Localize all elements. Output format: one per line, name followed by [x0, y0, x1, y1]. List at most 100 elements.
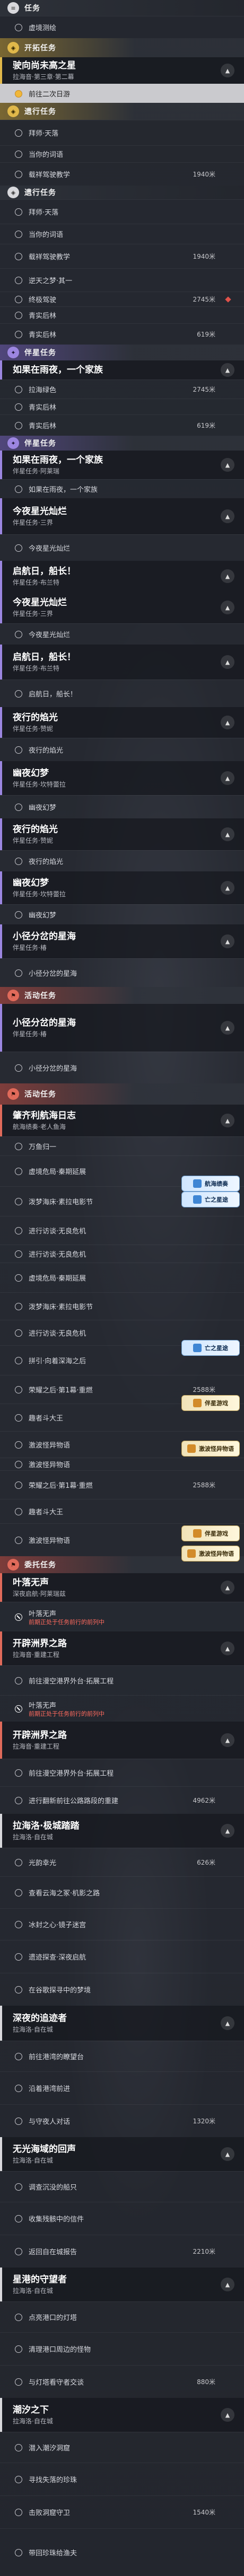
chevron-up-icon[interactable]: ▲: [221, 1733, 234, 1747]
objective-row[interactable]: 青实后林: [0, 306, 244, 323]
quest-title-row[interactable]: 今夜星光灿烂 伴星任务·三界 ▲: [0, 498, 244, 534]
objective-row[interactable]: 击败洞窟守卫 1540米: [0, 2495, 244, 2528]
category-header[interactable]: ⚑ 活动任务: [0, 987, 244, 1004]
objective-row[interactable]: 查看云海之冢·机影之路: [0, 1876, 244, 1908]
quest-title-row[interactable]: 开辟洲界之路 拉海音·重建工程 ▲: [0, 1631, 244, 1665]
objective-row[interactable]: 叶落无声 前期正处于任务前行的前列中: [0, 1695, 244, 1722]
chevron-up-icon[interactable]: ▲: [221, 1824, 234, 1838]
objective-row[interactable]: 与灯塔看守者交谈 880米: [0, 2365, 244, 2398]
chevron-up-icon[interactable]: ▲: [221, 363, 234, 377]
objective-row[interactable]: 进行访谈·无良危机: [0, 1216, 244, 1245]
chevron-up-icon[interactable]: ▲: [221, 716, 234, 729]
objective-row[interactable]: 寻找失落的珍珠: [0, 2463, 244, 2495]
objective-row[interactable]: 当你的词语: [0, 224, 244, 244]
objective-row[interactable]: 载祥驾驶教学 1940米: [0, 162, 244, 186]
objective-row[interactable]: 清理港口周边的怪物: [0, 2332, 244, 2365]
objective-row[interactable]: 激波怪异物语: [0, 1458, 244, 1470]
quest-title-row[interactable]: 拉海洛·极城踏踏 拉海洛·自在城 ▲: [0, 1814, 244, 1848]
chevron-up-icon[interactable]: ▲: [221, 881, 234, 895]
notification-popup[interactable]: 伴星游戏: [181, 1525, 240, 1541]
quest-title-row[interactable]: 深夜的追迹者 拉海洛·自在城 ▲: [0, 2006, 244, 2041]
quest-title-row[interactable]: 小径分岔的星海 伴星任务·椿 ▲: [0, 1004, 244, 1052]
objective-row[interactable]: 光韵幸光 626米: [0, 1848, 244, 1876]
objective-row[interactable]: 拜师·天落: [0, 120, 244, 145]
objective-row[interactable]: 拜师·天落: [0, 199, 244, 224]
category-header[interactable]: ◈ 遗行任务: [0, 186, 244, 199]
objective-row[interactable]: 拉海绿色 2745米: [0, 380, 244, 399]
quest-title-row[interactable]: 幽夜幻梦 伴星任务·坎特蕾拉 ▲: [0, 761, 244, 795]
chevron-up-icon[interactable]: ▲: [221, 934, 234, 948]
quest-title-row[interactable]: 潮汐之下 拉海洛·自在城 ▲: [0, 2398, 244, 2432]
objective-row[interactable]: 当你的词语: [0, 145, 244, 162]
objective-row[interactable]: 前往港湾的瞭望台: [0, 2041, 244, 2071]
notification-popup[interactable]: 亡之星途: [181, 1192, 240, 1207]
objective-row[interactable]: 进行翻新前往公路路段的重建 4962米: [0, 1786, 244, 1814]
objective-row[interactable]: 荣耀之后·第1幕·重燃 2588米: [0, 1470, 244, 1499]
objective-row[interactable]: 青实后林 619米: [0, 414, 244, 436]
quest-title-row[interactable]: 幽夜幻梦 伴星任务·坎特蕾拉 ▲: [0, 871, 244, 904]
category-header[interactable]: ◈ 开拓任务: [0, 38, 244, 57]
objective-row[interactable]: 虚境测绘: [0, 16, 244, 38]
chevron-up-icon[interactable]: ▲: [221, 827, 234, 841]
objective-row[interactable]: 如果在雨夜，一个家族: [0, 479, 244, 498]
objective-row[interactable]: 小径分岔的星海: [0, 1052, 244, 1083]
objective-row[interactable]: 在谷歌探寻中的梦境: [0, 1973, 244, 2006]
objective-row[interactable]: 幽夜幻梦: [0, 904, 244, 924]
chevron-up-icon[interactable]: ▲: [221, 569, 234, 583]
notification-popup[interactable]: 伴星游戏: [181, 1395, 240, 1411]
objective-row[interactable]: 叶落无声 前期正处于任务前行的前列中: [0, 1602, 244, 1631]
quest-title-row[interactable]: 如果在雨夜，一个家族 ▲: [0, 360, 244, 380]
objective-row[interactable]: 潜入潮汐洞窟: [0, 2432, 244, 2463]
chevron-up-icon[interactable]: ▲: [221, 1021, 234, 1035]
objective-row[interactable]: 夜行的焰光: [0, 738, 244, 761]
objective-row[interactable]: 进行访谈·无良危机: [0, 1245, 244, 1263]
objective-row[interactable]: 今夜星光灿烂: [0, 534, 244, 561]
objective-row[interactable]: 万鱼归一: [0, 1136, 244, 1155]
chevron-up-icon[interactable]: ▲: [221, 64, 234, 77]
objective-row[interactable]: 返回自在城报告 2210米: [0, 2235, 244, 2268]
quest-title-row[interactable]: 驶向尚未高之星 拉海音·第三章·第二幕 ▲: [0, 57, 244, 84]
category-header[interactable]: ✦ 伴星任务: [0, 436, 244, 451]
chevron-up-icon[interactable]: ▲: [221, 771, 234, 785]
quest-title-row[interactable]: 夜行的焰光 伴星任务·赞妮 ▲: [0, 707, 244, 738]
chevron-up-icon[interactable]: ▲: [221, 1114, 234, 1127]
notification-popup[interactable]: 激波怪异物语: [181, 1441, 240, 1457]
quest-title-row[interactable]: 星港的守望者 拉海洛·自在城 ▲: [0, 2268, 244, 2301]
chevron-up-icon[interactable]: ▲: [221, 2278, 234, 2291]
objective-row[interactable]: 冰封之心·镜子迷宫: [0, 1908, 244, 1940]
category-header[interactable]: ⚑ 活动任务: [0, 1083, 244, 1105]
chevron-up-icon[interactable]: ▲: [221, 2408, 234, 2422]
objective-row[interactable]: 终极驾驶 2745米: [0, 292, 244, 306]
quest-title-row[interactable]: 今夜星光灿烂 伴星任务·三界 ▲: [0, 592, 244, 623]
quest-title-row[interactable]: 肇齐利航海日志 航海绩奏·老人鱼海 ▲: [0, 1105, 244, 1136]
objective-row[interactable]: 前往漫空港界外台·拓展工程: [0, 1759, 244, 1786]
category-header[interactable]: ◈ 遗行任务: [0, 103, 244, 120]
category-header[interactable]: ✦ 伴星任务: [0, 345, 244, 360]
objective-row[interactable]: 带回珍珠给渔夫: [0, 2528, 244, 2576]
objective-row[interactable]: 趣者斗大王: [0, 1499, 244, 1523]
objective-row[interactable]: 小径分岔的星海: [0, 958, 244, 987]
quest-title-row[interactable]: 开辟洲界之路 拉海音·重建工程 ▲: [0, 1722, 244, 1759]
chevron-up-icon[interactable]: ▲: [221, 655, 234, 669]
chevron-up-icon[interactable]: ▲: [221, 458, 234, 472]
objective-row[interactable]: 调查沉没的船只: [0, 2171, 244, 2202]
quest-title-row[interactable]: 如果在雨夜，一个家族 伴星任务·阿莱瑞 ▲: [0, 451, 244, 479]
quest-title-row[interactable]: 启航日，船长！ 伴星任务·布兰特 ▲: [0, 645, 244, 680]
notification-popup[interactable]: 激波怪异物语: [181, 1546, 240, 1562]
notification-popup[interactable]: 亡之星途: [181, 1340, 240, 1356]
objective-row[interactable]: 幽夜幻梦: [0, 795, 244, 818]
objective-row[interactable]: 前往漫空港界外台·拓展工程: [0, 1665, 244, 1695]
quest-title-row[interactable]: 夜行的焰光 伴星任务·赞妮 ▲: [0, 818, 244, 850]
chevron-up-icon[interactable]: ▲: [221, 2147, 234, 2161]
objective-row[interactable]: 青实后林: [0, 399, 244, 414]
objective-row[interactable]: 青实后林 619米: [0, 323, 244, 345]
objective-row[interactable]: 载祥驾驶教学 1940米: [0, 244, 244, 268]
objective-row[interactable]: 遗迹探查·深夜启航: [0, 1940, 244, 1973]
quest-title-row[interactable]: 叶落无声 深夜启航·阿莱瑞兹 ▲: [0, 1573, 244, 1602]
chevron-up-icon[interactable]: ▲: [221, 601, 234, 614]
objective-row[interactable]: 夜行的焰光: [0, 850, 244, 871]
objective-row[interactable]: 泼梦海床·素拉电影节: [0, 1292, 244, 1320]
chevron-up-icon[interactable]: ▲: [221, 1581, 234, 1594]
objective-row[interactable]: 沿着港湾前进: [0, 2071, 244, 2104]
objective-row[interactable]: 收集残骸中的信件: [0, 2202, 244, 2235]
